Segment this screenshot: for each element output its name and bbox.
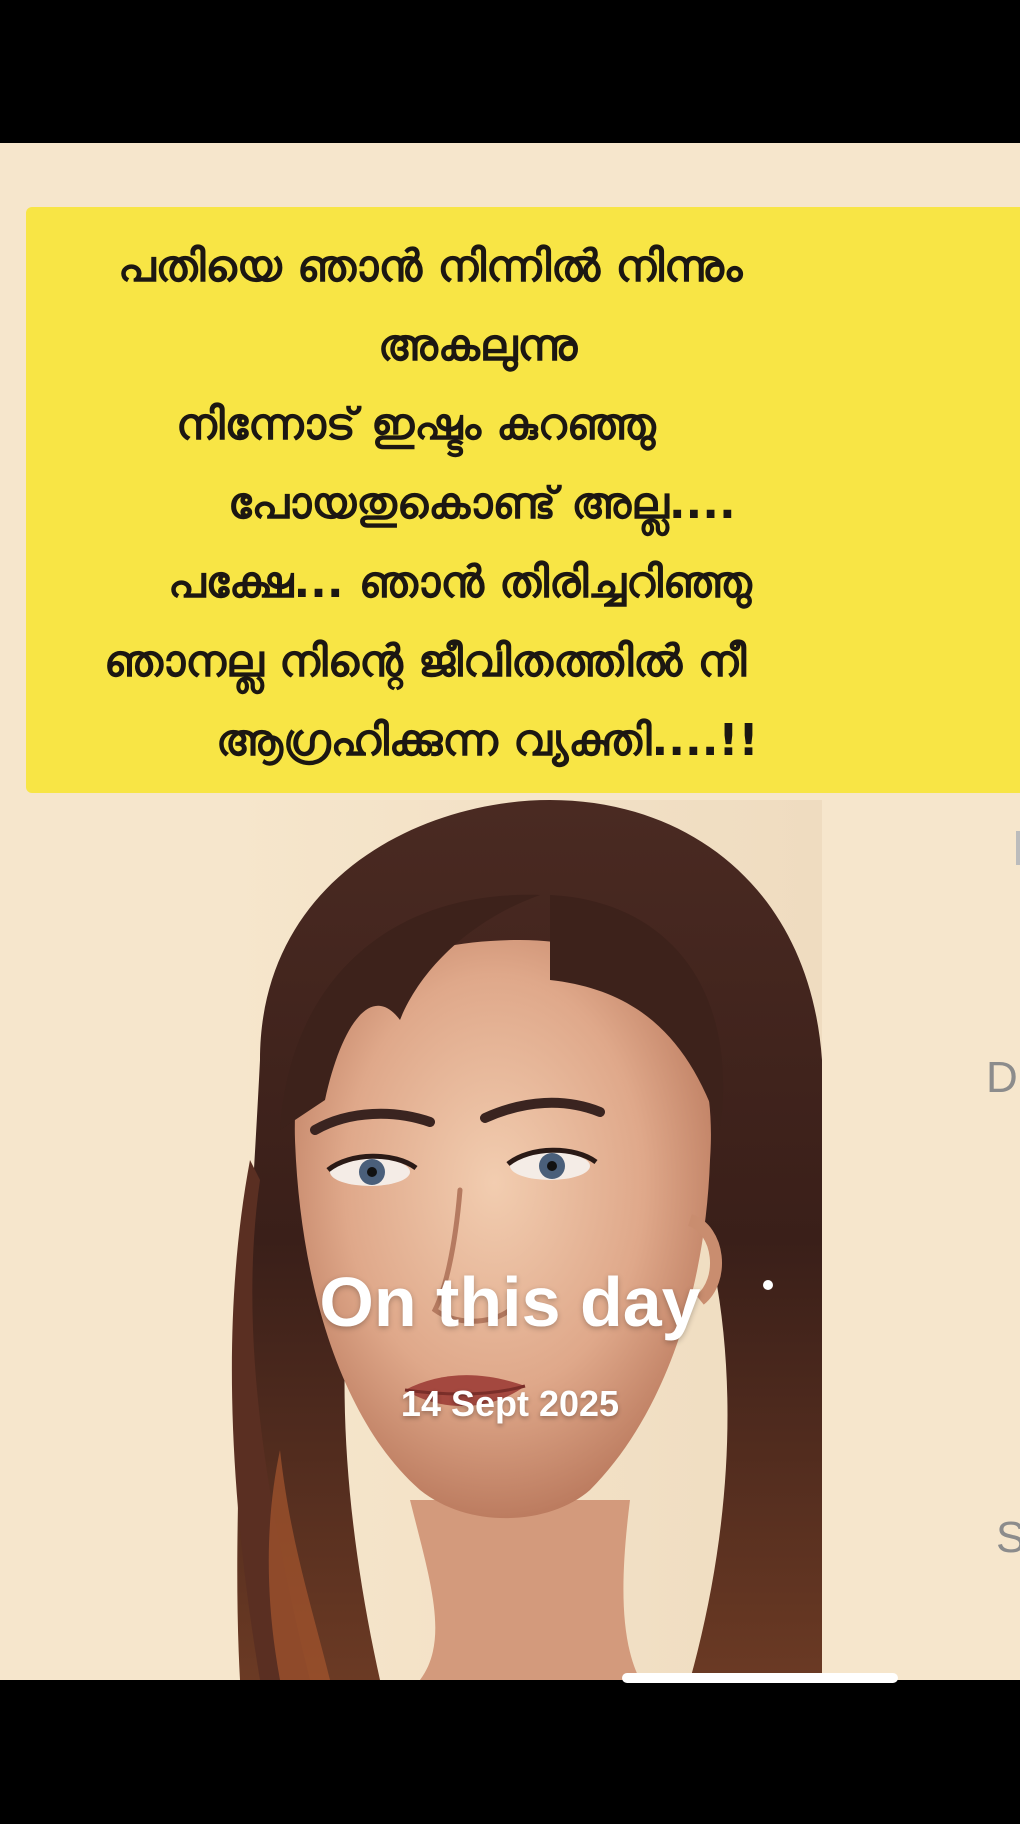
quote-line-5: പക്ഷേ... ഞാൻ തിരിച്ചറിഞ്ഞു: [168, 557, 752, 608]
next-card-edge-mark: [1016, 831, 1020, 865]
next-card-letter-s: S: [996, 1513, 1020, 1562]
bottom-black-bar: [0, 1680, 1020, 1824]
memory-viewer-screen: പതിയെ ഞാൻ നിന്നിൽ നിന്നും അകലുന്നു നിന്ന…: [0, 0, 1020, 1824]
memory-card[interactable]: പതിയെ ഞാൻ നിന്നിൽ നിന്നും അകലുന്നു നിന്ന…: [0, 143, 1020, 1680]
top-black-bar: [0, 0, 1020, 143]
quote-line-1: പതിയെ ഞാൻ നിന്നിൽ നിന്നും: [118, 241, 743, 292]
portrait-photo: [220, 800, 822, 1680]
quote-box: പതിയെ ഞാൻ നിന്നിൽ നിന്നും അകലുന്നു നിന്ന…: [26, 207, 1020, 793]
on-this-day-title: On this day: [319, 1263, 701, 1341]
next-card-letter-d: D: [986, 1053, 1018, 1102]
quote-line-2: അകലുന്നു: [378, 320, 578, 371]
quote-line-3: നിന്നോട് ഇഷ്ടം കുറഞ്ഞു: [176, 399, 656, 450]
quote-line-7: ആഗ്രഹിക്കുന്ന വ്യക്തി....!!: [216, 715, 759, 766]
quote-line-6: ഞാനല്ല നിന്റെ ജീവിതത്തിൽ നീ: [104, 636, 747, 687]
gesture-handle[interactable]: [622, 1673, 898, 1683]
quote-line-4: പോയതുകൊണ്ട് അല്ല....: [228, 478, 736, 529]
memory-date: 14 Sept 2025: [400, 1383, 620, 1424]
